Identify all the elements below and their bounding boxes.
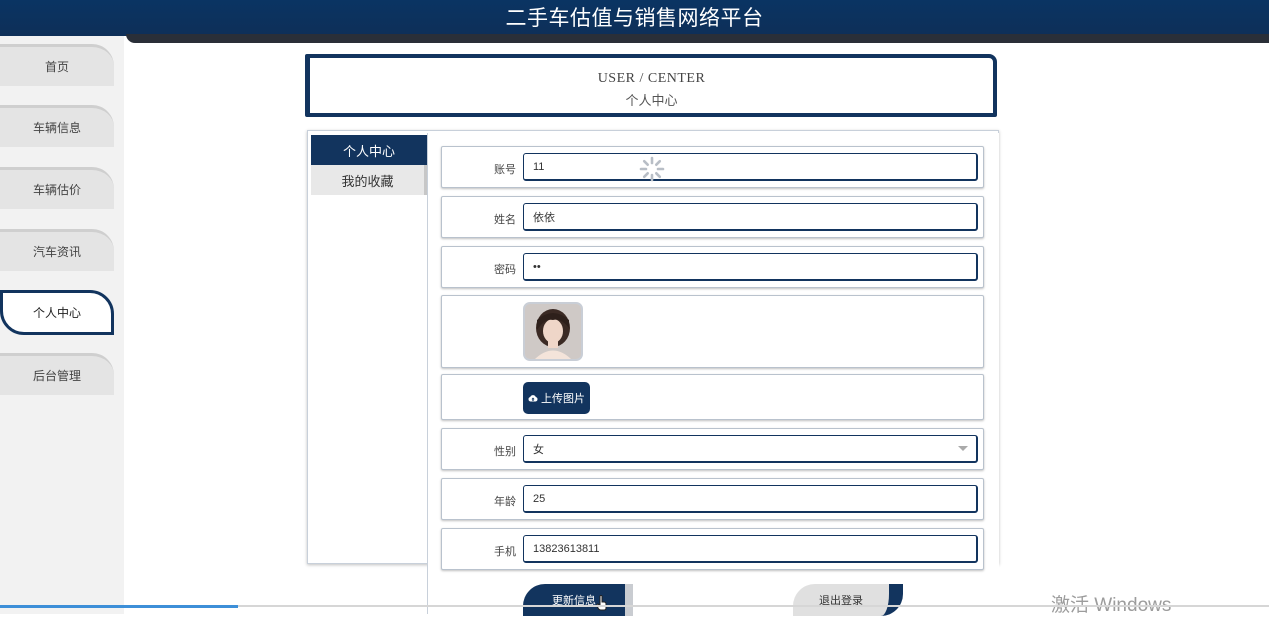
phone-label: 手机 — [494, 546, 516, 558]
sidebar-item-label: 车辆估价 — [32, 183, 81, 197]
name-input[interactable]: 依依 — [523, 203, 978, 231]
sidebar-item-label: 个人中心 — [32, 306, 81, 320]
form-row-name: 姓名 依依 — [441, 196, 984, 238]
form-row-phone: 手机 13823613811 — [441, 528, 984, 570]
sidebar-item-label: 车辆信息 — [32, 121, 81, 135]
password-value: •• — [533, 260, 541, 273]
phone-input[interactable]: 13823613811 — [523, 535, 978, 563]
account-value: 11 — [533, 160, 545, 173]
form-row-password: 密码 •• — [441, 246, 984, 288]
sidebar-item-admin[interactable]: 后台管理 — [0, 353, 114, 395]
chevron-down-icon — [958, 446, 968, 451]
heading-en: USER / CENTER — [597, 71, 706, 86]
password-input[interactable]: •• — [523, 253, 978, 281]
sidebar-item-vehicle-valuation[interactable]: 车辆估价 — [0, 167, 114, 209]
tab-my-favorites[interactable]: 我的收藏 — [311, 165, 427, 195]
form-row-avatar — [441, 295, 984, 368]
name-label: 姓名 — [494, 214, 516, 226]
sidebar-item-user-center[interactable]: 个人中心 — [0, 290, 114, 335]
update-info-button[interactable]: 更新信息 — [523, 584, 633, 616]
tab-user-center[interactable]: 个人中心 — [311, 135, 427, 165]
tab-label: 个人中心 — [342, 143, 395, 159]
taskbar-progress — [0, 605, 238, 608]
account-label: 账号 — [494, 164, 516, 176]
user-tabs: 个人中心 我的收藏 — [311, 135, 427, 195]
user-center-heading: USER / CENTER 个人中心 — [305, 54, 997, 117]
form-row-account: 账号 11 — [441, 146, 984, 188]
gender-value: 女 — [533, 443, 544, 456]
top-header-bar: 二手车估值与销售网络平台 — [0, 0, 1269, 36]
password-label: 密码 — [494, 264, 516, 276]
heading-cn: 个人中心 — [625, 93, 678, 108]
sidebar-item-label: 汽车资讯 — [32, 245, 81, 259]
form-row-gender: 性别 女 — [441, 428, 984, 470]
site-title: 二手车估值与销售网络平台 — [505, 7, 764, 30]
gender-label: 性别 — [494, 446, 516, 458]
cloud-upload-icon — [528, 395, 538, 402]
sidebar-item-home[interactable]: 首页 — [0, 44, 114, 86]
form-row-upload: 上传图片 — [441, 374, 984, 420]
gender-select[interactable]: 女 — [523, 435, 978, 463]
age-label: 年龄 — [494, 496, 516, 508]
age-value: 25 — [533, 492, 546, 505]
sidebar-item-vehicle-info[interactable]: 车辆信息 — [0, 105, 114, 147]
windows-activation-watermark: 激活 Windows — [1051, 595, 1172, 616]
header-underline — [126, 34, 1269, 43]
sidebar-item-label: 首页 — [44, 60, 69, 74]
sidebar-item-car-news[interactable]: 汽车资讯 — [0, 229, 114, 271]
form-row-age: 年龄 25 — [441, 478, 984, 520]
upload-label: 上传图片 — [541, 393, 585, 405]
sidebar-item-label: 后台管理 — [32, 369, 81, 383]
logout-button[interactable]: 退出登录 — [793, 584, 903, 616]
hand-cursor-icon — [596, 595, 607, 611]
phone-value: 13823613811 — [533, 542, 600, 555]
avatar — [523, 302, 583, 361]
person-photo-icon — [525, 304, 581, 359]
age-input[interactable]: 25 — [523, 485, 978, 513]
upload-image-button[interactable]: 上传图片 — [523, 382, 590, 414]
account-input[interactable]: 11 — [523, 153, 978, 181]
tab-label: 我的收藏 — [341, 173, 394, 189]
name-value: 依依 — [533, 211, 555, 224]
loading-spinner-icon — [639, 156, 665, 182]
